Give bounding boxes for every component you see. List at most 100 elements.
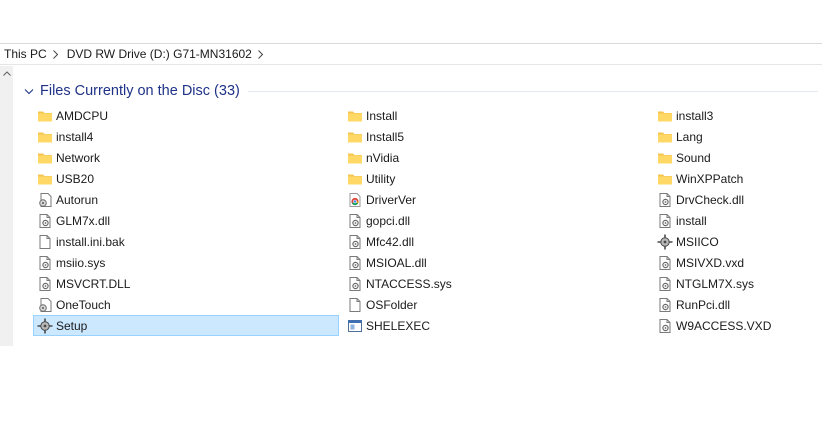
- file-column-3: install3 Lang Sound WinXPPatch DrvCheck.dll i…: [653, 105, 821, 336]
- file-item[interactable]: Network: [33, 147, 339, 168]
- blank-file-icon: [347, 297, 363, 313]
- file-item[interactable]: DriverVer: [343, 189, 649, 210]
- chevron-down-icon[interactable]: [22, 84, 36, 98]
- folder-icon: [657, 150, 673, 166]
- file-item-label: msiio.sys: [56, 255, 106, 270]
- file-item-label: RunPci.dll: [676, 297, 731, 312]
- breadcrumb-dvd-drive[interactable]: DVD RW Drive (D:) G71-MN31602: [63, 44, 254, 64]
- file-item[interactable]: MSIICO: [653, 231, 821, 252]
- settings-file-icon: [37, 297, 53, 313]
- file-item-label: NTACCESS.sys: [366, 276, 452, 291]
- file-item[interactable]: MSIVXD.vxd: [653, 252, 821, 273]
- settings-file-icon: [37, 192, 53, 208]
- folder-icon: [657, 171, 673, 187]
- file-item-label: MSIVXD.vxd: [676, 255, 745, 270]
- dll-file-icon: [347, 234, 363, 250]
- dll-file-icon: [657, 297, 673, 313]
- chevron-right-icon[interactable]: [254, 44, 268, 64]
- group-title: Files Currently on the Disc (33): [40, 83, 240, 99]
- file-item-label: OneTouch: [56, 297, 111, 312]
- folder-icon: [347, 108, 363, 124]
- file-item[interactable]: NTACCESS.sys: [343, 273, 649, 294]
- dll-file-icon: [657, 276, 673, 292]
- file-item-label: DrvCheck.dll: [676, 192, 745, 207]
- window-app-icon: [347, 318, 363, 334]
- file-item[interactable]: install3: [653, 105, 821, 126]
- folder-icon: [37, 171, 53, 187]
- file-item-label: Install5: [366, 129, 405, 144]
- file-item[interactable]: Install5: [343, 126, 649, 147]
- breadcrumb-label: DVD RW Drive (D:) G71-MN31602: [66, 47, 252, 61]
- file-item[interactable]: Autorun: [33, 189, 339, 210]
- file-column-1: AMDCPU install4 Network USB20 Autorun GLM7x.d…: [33, 105, 339, 336]
- file-item[interactable]: MSIOAL.dll: [343, 252, 649, 273]
- file-item-label: MSIOAL.dll: [366, 255, 427, 270]
- blank-file-icon: [37, 234, 53, 250]
- dll-file-icon: [37, 255, 53, 271]
- file-item[interactable]: DrvCheck.dll: [653, 189, 821, 210]
- dll-file-icon: [37, 276, 53, 292]
- file-item-label: Utility: [366, 171, 396, 186]
- file-item-label: Install: [366, 108, 398, 123]
- file-item[interactable]: MSVCRT.DLL: [33, 273, 339, 294]
- file-item[interactable]: Mfc42.dll: [343, 231, 649, 252]
- file-item[interactable]: Install: [343, 105, 649, 126]
- setup-app-icon: [37, 318, 53, 334]
- folder-icon: [347, 150, 363, 166]
- file-item-label: Mfc42.dll: [366, 234, 415, 249]
- dll-file-icon: [657, 213, 673, 229]
- file-item-label: Setup: [56, 318, 88, 333]
- group-divider: [247, 90, 818, 92]
- file-item[interactable]: W9ACCESS.VXD: [653, 315, 821, 336]
- folder-icon: [37, 129, 53, 145]
- navigation-scrollbar[interactable]: [0, 66, 13, 346]
- file-item-label: WinXPPatch: [676, 171, 744, 186]
- file-column-2: Install Install5 nVidia Utility DriverVer gop…: [343, 105, 649, 336]
- file-item[interactable]: USB20: [33, 168, 339, 189]
- dll-file-icon: [347, 276, 363, 292]
- dll-file-icon: [347, 213, 363, 229]
- file-item-label: W9ACCESS.VXD: [676, 318, 772, 333]
- file-item[interactable]: NTGLM7X.sys: [653, 273, 821, 294]
- dll-file-icon: [657, 192, 673, 208]
- address-bar[interactable]: This PC DVD RW Drive (D:) G71-MN31602: [0, 43, 822, 65]
- setup-app-icon: [657, 234, 673, 250]
- dll-file-icon: [37, 213, 53, 229]
- folder-icon: [657, 108, 673, 124]
- file-item[interactable]: RunPci.dll: [653, 294, 821, 315]
- file-item[interactable]: SHELEXEC: [343, 315, 649, 336]
- file-item[interactable]: install4: [33, 126, 339, 147]
- file-item[interactable]: OneTouch: [33, 294, 339, 315]
- file-item[interactable]: nVidia: [343, 147, 649, 168]
- folder-icon: [657, 129, 673, 145]
- folder-icon: [347, 171, 363, 187]
- file-item-label: nVidia: [366, 150, 400, 165]
- file-item[interactable]: install.ini.bak: [33, 231, 339, 252]
- chevron-right-icon[interactable]: [49, 44, 63, 64]
- file-item[interactable]: WinXPPatch: [653, 168, 821, 189]
- file-item[interactable]: Utility: [343, 168, 649, 189]
- folder-icon: [37, 150, 53, 166]
- file-item-label: gopci.dll: [366, 213, 411, 228]
- file-item[interactable]: msiio.sys: [33, 252, 339, 273]
- file-item[interactable]: install: [653, 210, 821, 231]
- breadcrumb-this-pc[interactable]: This PC: [0, 44, 49, 64]
- file-item-label: NTGLM7X.sys: [676, 276, 755, 291]
- file-item-label: MSVCRT.DLL: [56, 276, 131, 291]
- file-item[interactable]: Lang: [653, 126, 821, 147]
- folder-icon: [347, 129, 363, 145]
- file-item[interactable]: AMDCPU: [33, 105, 339, 126]
- file-item-label: GLM7x.dll: [56, 213, 111, 228]
- file-item-label: Sound: [676, 150, 711, 165]
- file-item[interactable]: gopci.dll: [343, 210, 649, 231]
- file-item[interactable]: Sound: [653, 147, 821, 168]
- file-item[interactable]: Setup: [33, 315, 339, 336]
- scroll-up-arrow-icon[interactable]: [0, 66, 13, 80]
- file-item-label: SHELEXEC: [366, 318, 431, 333]
- file-item-label: DriverVer: [366, 192, 417, 207]
- group-header[interactable]: Files Currently on the Disc (33): [22, 80, 820, 102]
- file-item-label: OSFolder: [366, 297, 418, 312]
- file-item[interactable]: GLM7x.dll: [33, 210, 339, 231]
- file-item[interactable]: OSFolder: [343, 294, 649, 315]
- file-item-label: Autorun: [56, 192, 99, 207]
